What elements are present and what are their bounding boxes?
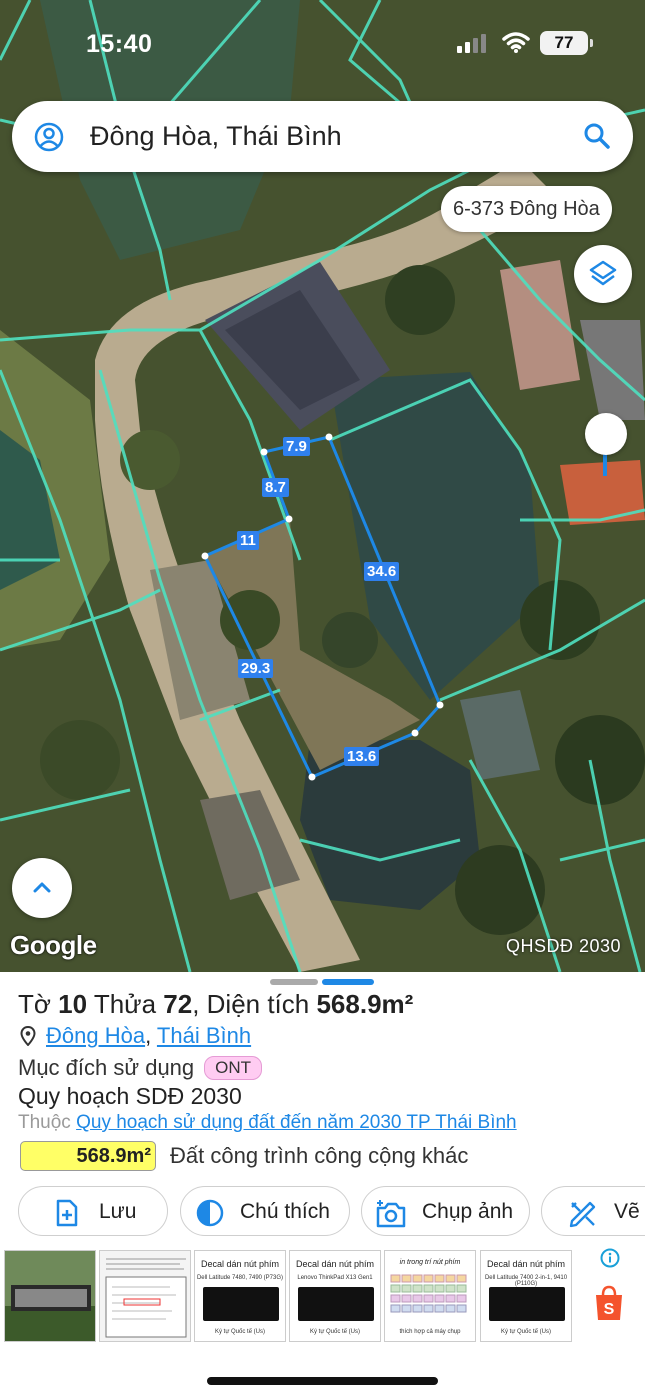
legend-button[interactable]: Chú thích	[180, 1186, 350, 1236]
ad-thumbnail-document[interactable]	[99, 1250, 191, 1342]
info-icon[interactable]	[600, 1248, 620, 1268]
opacity-slider-handle[interactable]	[585, 413, 627, 455]
land-use-row: 568.9m² Đất công trình công cộng khác	[20, 1141, 640, 1173]
keyboard-image	[489, 1287, 565, 1321]
draw-ruler-icon	[569, 1201, 596, 1228]
sheet-number: 10	[58, 989, 88, 1019]
info-sheet: Tờ 10 Thửa 72, Diện tích 568.9m² Đông Hò…	[0, 972, 645, 1398]
svg-text:S: S	[604, 1301, 615, 1318]
shopee-bag-icon[interactable]: S	[592, 1284, 626, 1322]
take-photo-button[interactable]: Chụp ảnh	[361, 1186, 530, 1236]
legend-label: Chú thích	[240, 1200, 330, 1223]
chevron-up-icon	[33, 882, 51, 893]
sheet-handle-active[interactable]	[322, 979, 374, 985]
ad-footer: Ký tự Quốc tế (Us)	[500, 1329, 552, 1335]
ad-footer: Ký tự Quốc tế (Us)	[309, 1329, 361, 1335]
opacity-slider-track[interactable]	[603, 452, 607, 476]
parcel-title: Tờ 10 Thửa 72, Diện tích 568.9m²	[18, 989, 413, 1020]
ad-caption: Decal dán nút phím	[295, 1259, 375, 1269]
ad-thumbnail-keyboard[interactable]: Decal dán nút phím Lenovo ThinkPad X13 G…	[289, 1250, 381, 1342]
parcel-area: 568.9m²	[316, 989, 414, 1019]
separator: ,	[145, 1023, 152, 1048]
save-plus-icon	[56, 1199, 78, 1227]
area-badge: 568.9m²	[20, 1141, 156, 1171]
commune-link[interactable]: Đông Hòa	[46, 1023, 145, 1048]
province-link[interactable]: Thái Bình	[157, 1023, 251, 1048]
laptop-photo-image	[5, 1251, 95, 1341]
save-button[interactable]: Lưu	[18, 1186, 168, 1236]
ad-model: Dell Latitude 7480, 7490 (P73G)	[196, 1275, 284, 1281]
dimension-label: 29.3	[238, 659, 274, 678]
ad-caption: in trong trí nút phím	[399, 1259, 461, 1266]
purpose-code-badge: ONT	[204, 1056, 263, 1080]
land-use-description: Đất công trình công cộng khác	[170, 1143, 469, 1168]
keyboard-image	[203, 1287, 279, 1321]
title-area-prefix: , Diện tích	[192, 989, 317, 1019]
ad-banner[interactable]: Decal dán nút phím Dell Latitude 7480, 7…	[0, 1248, 645, 1344]
dimension-label: 34.6	[364, 562, 400, 581]
purpose-line: Mục đích sử dụng ONT	[18, 1055, 263, 1081]
ad-thumbnail-photo[interactable]	[4, 1250, 96, 1342]
title-mid: Thửa	[87, 989, 164, 1019]
sheet-handle[interactable]	[270, 979, 318, 985]
account-circle-icon[interactable]	[34, 122, 64, 152]
battery-icon: 77	[540, 31, 588, 55]
search-bar[interactable]: Đông Hòa, Thái Bình	[12, 101, 633, 172]
google-logo: Google	[10, 930, 97, 960]
keyboard-image	[298, 1287, 374, 1321]
dimension-label: 13.6	[344, 747, 380, 766]
dimension-label: 11	[237, 531, 259, 550]
layer-label: QHSDĐ 2030	[506, 936, 622, 956]
cellular-signal-icon	[457, 34, 486, 53]
dimension-label: 7.9	[283, 437, 310, 456]
parcel-number: 72	[163, 989, 193, 1019]
battery-tip	[590, 39, 593, 47]
belongs-prefix: Thuộc	[18, 1112, 71, 1133]
ad-caption: Decal dán nút phím	[200, 1259, 280, 1269]
ad-thumbnail-keyboard[interactable]: Decal dán nút phím Dell Latitude 7400 2-…	[480, 1250, 572, 1342]
purpose-label: Mục đích sử dụng	[18, 1055, 195, 1080]
home-indicator[interactable]	[207, 1377, 438, 1385]
title-prefix: Tờ	[18, 989, 59, 1019]
ad-footer: thích hợp cả máy chụp	[399, 1329, 461, 1335]
take-photo-label: Chụp ảnh	[422, 1200, 514, 1223]
address-chip[interactable]: 6-373 Đông Hòa	[441, 186, 612, 232]
ad-footer: Ký tự Quốc tế (Us)	[214, 1329, 266, 1335]
magnifier-icon[interactable]	[583, 122, 611, 150]
keycap-chart-image	[390, 1274, 467, 1313]
action-bar: Lưu Chú thích Chụp ảnh Vẽ	[0, 1186, 645, 1236]
layers-icon	[589, 260, 617, 286]
status-bar: 15:40 77	[0, 26, 645, 62]
expand-sheet-button[interactable]	[12, 858, 72, 918]
ad-thumbnail-keyboard[interactable]: Decal dán nút phím Dell Latitude 7480, 7…	[194, 1250, 286, 1342]
ad-caption: Decal dán nút phím	[486, 1259, 566, 1269]
add-camera-icon	[376, 1200, 406, 1228]
search-input[interactable]: Đông Hòa, Thái Bình	[90, 121, 342, 152]
plan-link[interactable]: Quy hoạch sử dụng đất đến năm 2030 TP Th…	[76, 1112, 517, 1133]
dimension-label: 8.7	[262, 478, 289, 497]
draw-button[interactable]: Vẽ	[541, 1186, 645, 1236]
document-image	[100, 1251, 190, 1341]
wifi-icon	[502, 32, 530, 53]
status-time: 15:40	[86, 30, 153, 58]
save-label: Lưu	[99, 1200, 137, 1223]
draw-label: Vẽ	[614, 1200, 640, 1223]
belongs-line: Thuộc Quy hoạch sử dụng đất đến năm 2030…	[18, 1112, 517, 1134]
ad-model: Lenovo ThinkPad X13 Gen1	[297, 1275, 373, 1281]
location-pin-icon	[20, 1026, 36, 1046]
plan-title: Quy hoạch SDĐ 2030	[18, 1083, 242, 1109]
ad-thumbnail-keycaps[interactable]: in trong trí nút phím thích hợp cả máy c…	[384, 1250, 476, 1342]
contrast-icon	[196, 1199, 224, 1227]
layers-button[interactable]	[574, 245, 632, 303]
ad-model: Dell Latitude 7400 2-in-1, 9410 (P110G)	[484, 1275, 568, 1287]
location-line: Đông Hòa, Thái Bình	[20, 1023, 251, 1049]
map-view[interactable]: 7.9 8.7 11 34.6 29.3 13.6 15:40 77 Đông …	[0, 0, 645, 972]
